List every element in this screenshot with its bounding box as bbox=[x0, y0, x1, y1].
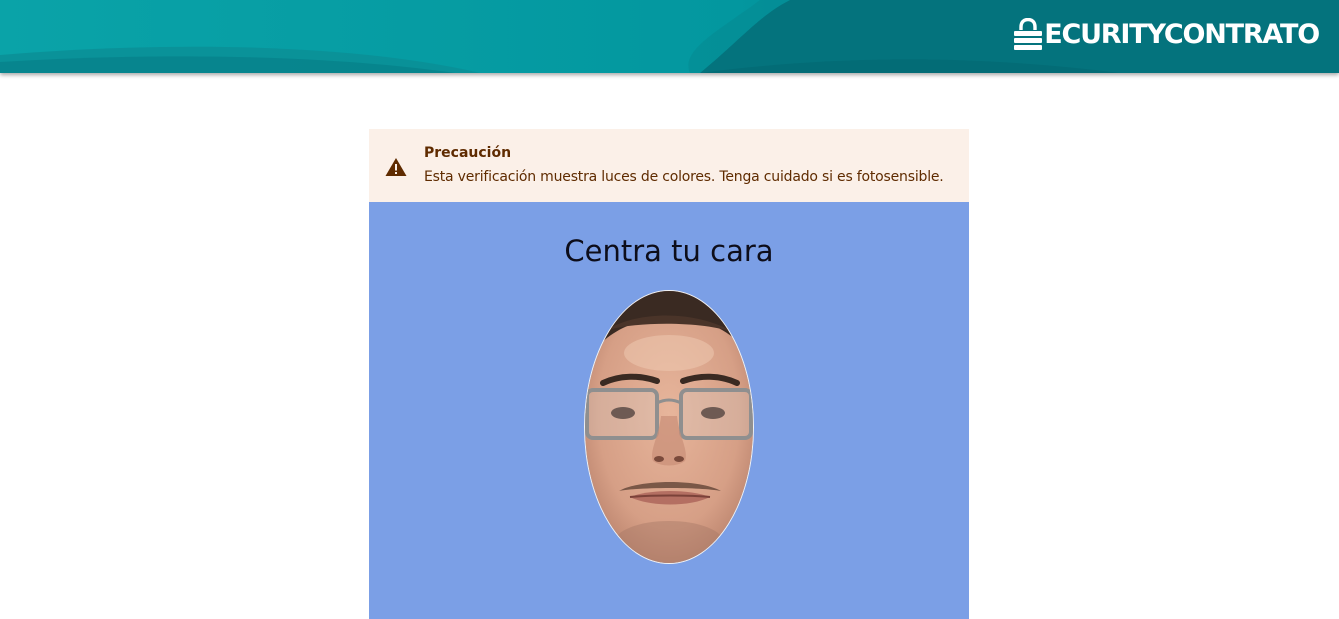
warning-icon bbox=[385, 158, 407, 176]
face-oval-frame bbox=[584, 290, 754, 564]
brand-name: ECURITYCONTRATO bbox=[1044, 18, 1320, 50]
alert-title: Precaución bbox=[424, 145, 512, 161]
camera-stage: Centra tu cara bbox=[369, 202, 969, 619]
lock-icon bbox=[1014, 18, 1043, 50]
face-verification-card: Precaución Esta verificación muestra luc… bbox=[369, 129, 969, 619]
camera-face-preview bbox=[585, 291, 753, 563]
instruction-text: Centra tu cara bbox=[564, 234, 774, 268]
alert-message: Esta verificación muestra luces de color… bbox=[424, 169, 944, 185]
caution-alert: Precaución Esta verificación muestra luc… bbox=[369, 129, 969, 202]
brand-logo[interactable]: ECURITYCONTRATO bbox=[1013, 17, 1320, 51]
header-banner: ECURITYCONTRATO bbox=[0, 0, 1339, 73]
